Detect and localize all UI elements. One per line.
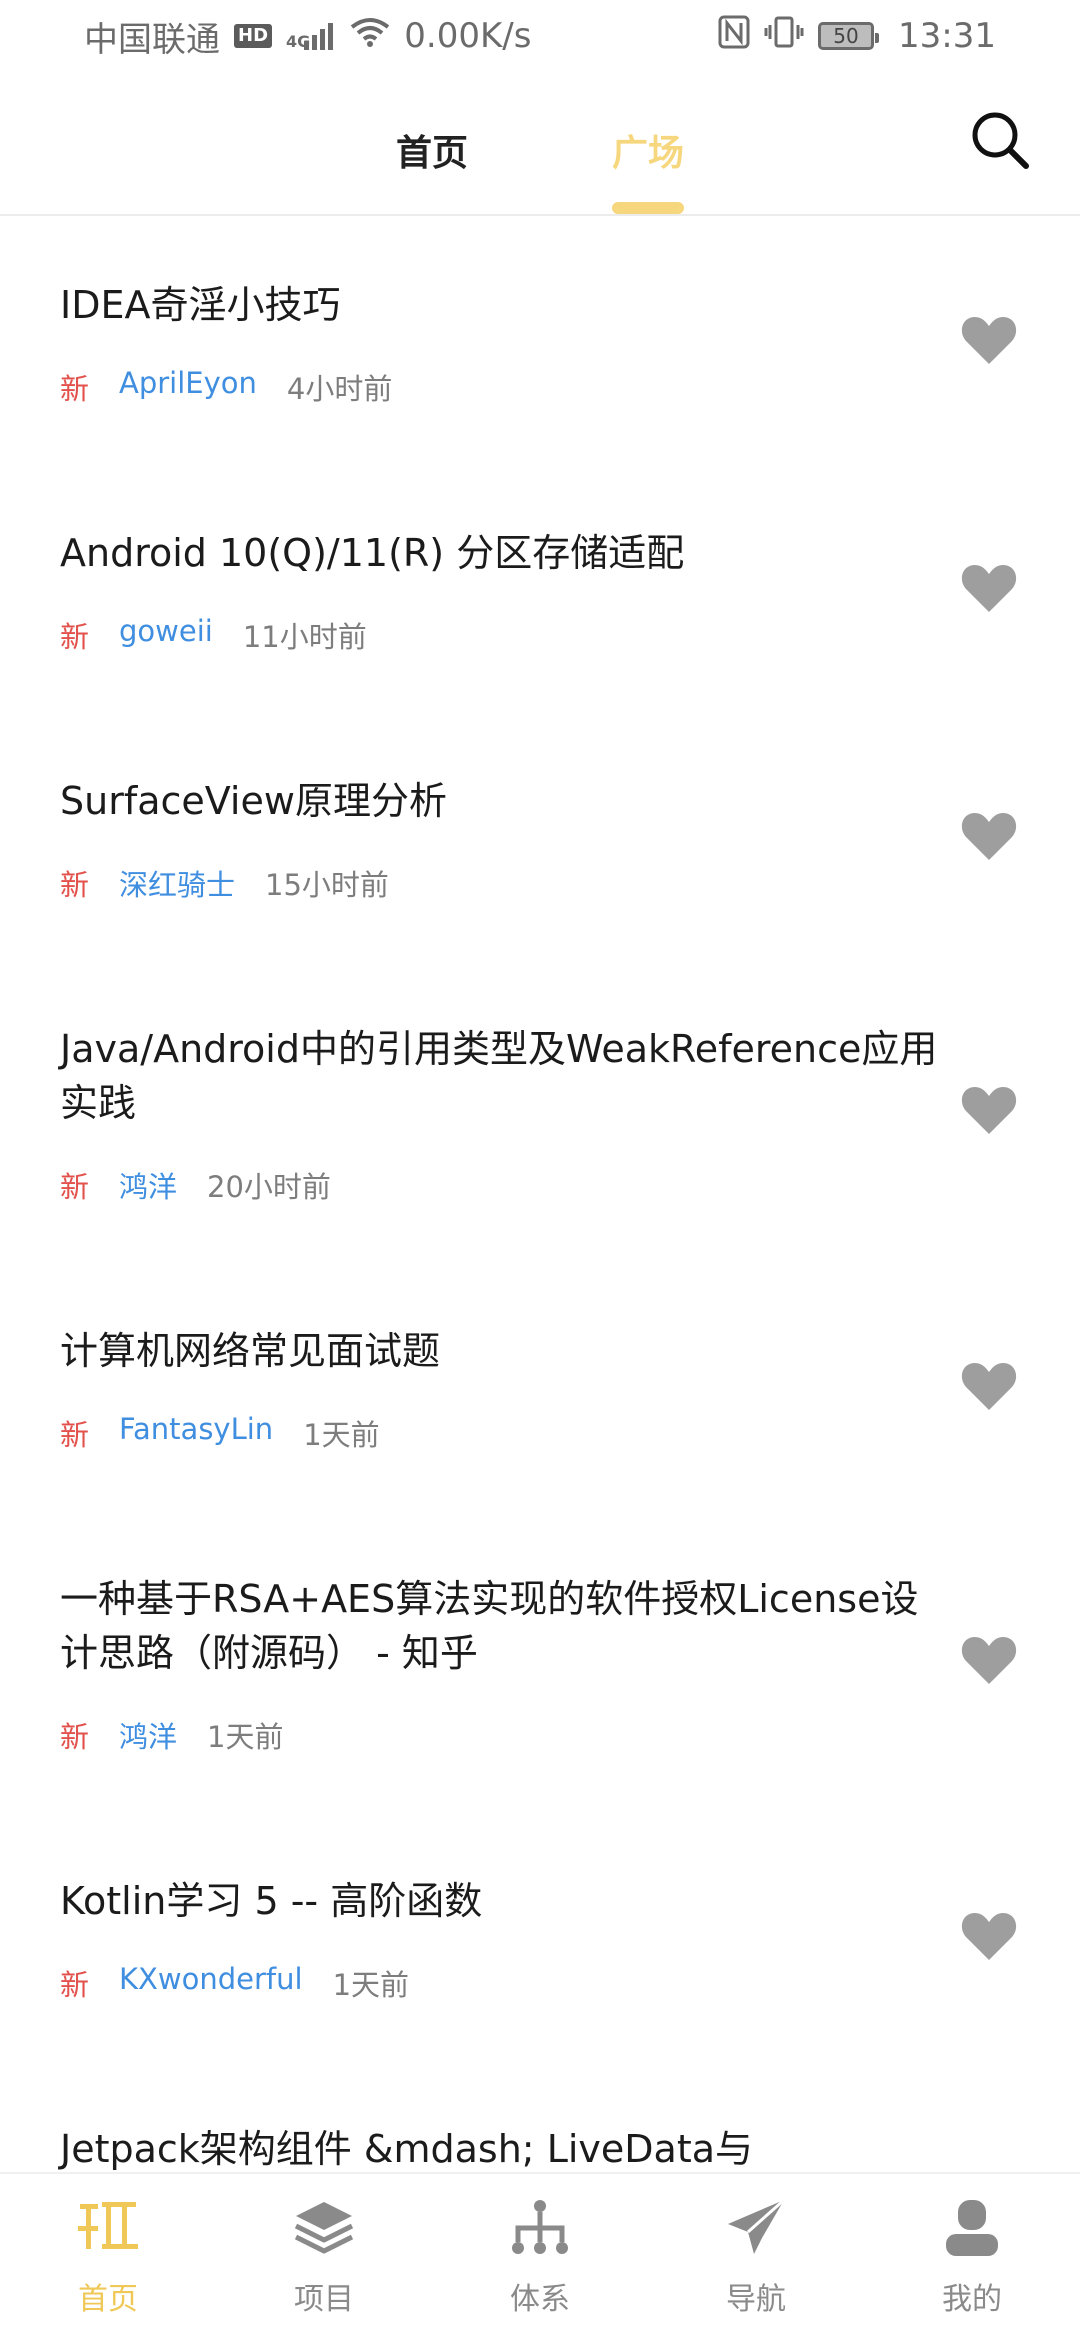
nfc-icon: [718, 15, 750, 58]
new-tag: 新: [60, 372, 90, 406]
article-author[interactable]: 鸿洋: [119, 1164, 177, 1206]
app-root: 中国联通 HD 4G 0.00K/s 50 13:31 首页 广场 IDEA奇淫…: [0, 0, 1080, 2340]
nav-item-home[interactable]: 首页: [0, 2174, 216, 2340]
heart-icon[interactable]: [960, 1360, 1018, 1412]
article-time: 1天前: [207, 1720, 284, 1754]
vibrate-icon: [764, 15, 804, 58]
hd-icon: HD: [234, 24, 273, 48]
new-tag: 新: [60, 1418, 90, 1452]
article-item[interactable]: 计算机网络常见面试题 新 FantasyLin 1天前: [0, 1262, 1080, 1510]
article-author[interactable]: AprilEyon: [119, 366, 257, 408]
article-meta: 新 goweii 11小时前: [60, 614, 367, 656]
carrier-label: 中国联通: [84, 19, 220, 60]
article-title: Android 10(Q)/11(R) 分区存储适配: [60, 531, 685, 575]
nav-label: 体系: [510, 2282, 570, 2317]
article-title: SurfaceView原理分析: [60, 779, 447, 823]
article-title: IDEA奇淫小技巧: [60, 283, 341, 327]
bottom-nav: 首页 项目 体系 导航 我的: [0, 2172, 1080, 2340]
tab-home[interactable]: 首页: [396, 124, 468, 176]
nav-label: 首页: [78, 2282, 138, 2317]
article-meta: 新 KXwonderful 1天前: [60, 1962, 409, 2004]
heart-icon[interactable]: [960, 1634, 1018, 1686]
heart-icon[interactable]: [960, 1084, 1018, 1136]
search-icon: [972, 112, 1029, 169]
article-author[interactable]: goweii: [119, 614, 213, 656]
wifi-icon: [350, 16, 390, 56]
status-bar: 中国联通 HD 4G 0.00K/s 50 13:31: [0, 0, 1080, 72]
hierarchy-icon: [512, 2200, 568, 2254]
article-author[interactable]: 深红骑士: [119, 862, 235, 904]
signal-icon: 4G: [286, 21, 336, 51]
tab-indicator: [612, 202, 684, 214]
article-meta: 新 深红骑士 15小时前: [60, 862, 389, 904]
article-author[interactable]: FantasyLin: [119, 1412, 273, 1454]
article-item[interactable]: SurfaceView原理分析 新 深红骑士 15小时前: [0, 712, 1080, 960]
article-time: 4小时前: [286, 372, 393, 406]
article-author[interactable]: KXwonderful: [119, 1962, 303, 2004]
article-title: Jetpack架构组件 &mdash; LiveData与: [60, 2127, 754, 2171]
article-title: Kotlin学习 5 -- 高阶函数: [60, 1879, 483, 1923]
nav-label: 项目: [294, 2282, 354, 2317]
new-tag: 新: [60, 1968, 90, 2002]
nav-item-mine[interactable]: 我的: [864, 2174, 1080, 2340]
article-item[interactable]: Android 10(Q)/11(R) 分区存储适配 新 goweii 11小时…: [0, 464, 1080, 712]
article-meta: 新 鸿洋 20小时前: [60, 1164, 331, 1206]
article-title: 一种基于RSA+AES算法实现的软件授权License设计思路（附源码） - 知…: [60, 1577, 919, 1675]
network-speed: 0.00K/s: [404, 16, 532, 56]
article-title: Java/Android中的引用类型及WeakReference应用实践: [60, 1027, 938, 1125]
heart-icon[interactable]: [960, 314, 1018, 366]
article-item[interactable]: 一种基于RSA+AES算法实现的软件授权License设计思路（附源码） - 知…: [0, 1510, 1080, 1812]
top-tab-bar: 首页 广场: [0, 72, 1080, 216]
article-meta: 新 AprilEyon 4小时前: [60, 366, 392, 408]
article-item[interactable]: Kotlin学习 5 -- 高阶函数 新 KXwonderful 1天前: [0, 1812, 1080, 2060]
search-button[interactable]: [968, 108, 1032, 172]
article-time: 1天前: [332, 1968, 410, 2002]
clock: 13:31: [898, 16, 996, 56]
article-title: 计算机网络常见面试题: [60, 1329, 441, 1373]
new-tag: 新: [60, 1720, 90, 1754]
nav-item-navigation[interactable]: 导航: [648, 2174, 864, 2340]
nav-label: 导航: [726, 2282, 786, 2317]
nav-item-system[interactable]: 体系: [432, 2174, 648, 2340]
new-tag: 新: [60, 868, 90, 902]
layers-icon: [294, 2202, 354, 2254]
nav-label: 我的: [942, 2282, 1002, 2317]
play-icon: [78, 2202, 138, 2249]
article-meta: 新 FantasyLin 1天前: [60, 1412, 380, 1454]
paper-plane-icon: [728, 2198, 785, 2254]
article-item[interactable]: Java/Android中的引用类型及WeakReference应用实践 新 鸿…: [0, 960, 1080, 1262]
tab-square[interactable]: 广场: [612, 124, 684, 176]
heart-icon[interactable]: [960, 810, 1018, 862]
article-author[interactable]: 鸿洋: [119, 1714, 177, 1756]
article-time: 20小时前: [207, 1170, 331, 1204]
new-tag: 新: [60, 620, 90, 654]
user-icon: [946, 2200, 998, 2256]
heart-icon[interactable]: [960, 562, 1018, 614]
article-item[interactable]: IDEA奇淫小技巧 新 AprilEyon 4小时前: [0, 216, 1080, 464]
heart-icon[interactable]: [960, 1910, 1018, 1962]
battery-icon: 50: [818, 22, 880, 50]
nav-item-projects[interactable]: 项目: [216, 2174, 432, 2340]
article-time: 11小时前: [242, 620, 367, 654]
article-list: IDEA奇淫小技巧 新 AprilEyon 4小时前 Android 10(Q)…: [0, 216, 1080, 2308]
article-time: 15小时前: [265, 868, 389, 902]
new-tag: 新: [60, 1170, 90, 1204]
article-meta: 新 鸿洋 1天前: [60, 1714, 283, 1756]
article-time: 1天前: [303, 1418, 380, 1452]
